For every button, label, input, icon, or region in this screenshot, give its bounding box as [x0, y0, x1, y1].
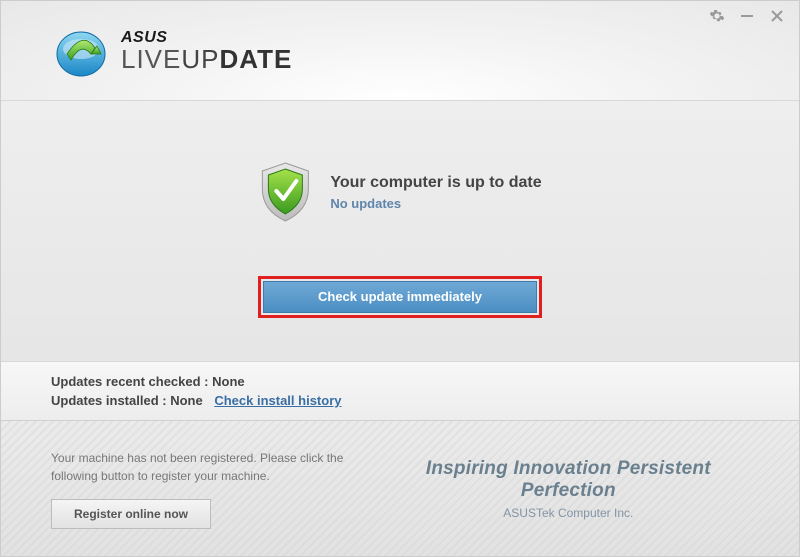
titlebar	[709, 1, 799, 31]
register-notice: Your machine has not been registered. Pl…	[51, 449, 378, 485]
check-history-link[interactable]: Check install history	[214, 393, 341, 408]
status-row: Your computer is up to date No updates	[258, 161, 541, 223]
logo-product: LIVEUPDATE	[121, 46, 292, 72]
updates-recent-value: None	[212, 374, 245, 389]
check-update-button[interactable]: Check update immediately	[263, 281, 537, 313]
highlight-frame: Check update immediately	[258, 276, 542, 318]
company-name: ASUSTek Computer Inc.	[378, 506, 759, 520]
updates-recent-label: Updates recent checked :	[51, 374, 209, 389]
register-button[interactable]: Register online now	[51, 499, 211, 529]
close-button[interactable]	[769, 8, 785, 24]
updates-installed-label: Updates installed :	[51, 393, 167, 408]
app-logo: ASUS LIVEUPDATE	[51, 24, 292, 78]
updates-installed-line: Updates installed : None Check install h…	[51, 393, 749, 408]
info-strip: Updates recent checked : None Updates in…	[1, 361, 799, 421]
main-panel: Your computer is up to date No updates C…	[1, 101, 799, 361]
shield-icon	[258, 161, 312, 223]
status-subtitle: No updates	[330, 196, 541, 211]
slogan: Inspiring Innovation Persistent Perfecti…	[378, 458, 759, 502]
status-title: Your computer is up to date	[330, 174, 541, 192]
updates-installed-value: None	[170, 393, 203, 408]
footer: Your machine has not been registered. Pl…	[1, 421, 799, 556]
footer-left: Your machine has not been registered. Pl…	[51, 449, 378, 529]
logo-text: ASUS LIVEUPDATE	[121, 30, 292, 72]
minimize-button[interactable]	[739, 8, 755, 24]
updates-recent-line: Updates recent checked : None	[51, 374, 749, 389]
logo-icon	[51, 24, 111, 78]
footer-right: Inspiring Innovation Persistent Perfecti…	[378, 458, 759, 520]
header: ASUS LIVEUPDATE	[1, 1, 799, 101]
status-text: Your computer is up to date No updates	[330, 174, 541, 211]
settings-icon[interactable]	[709, 8, 725, 24]
